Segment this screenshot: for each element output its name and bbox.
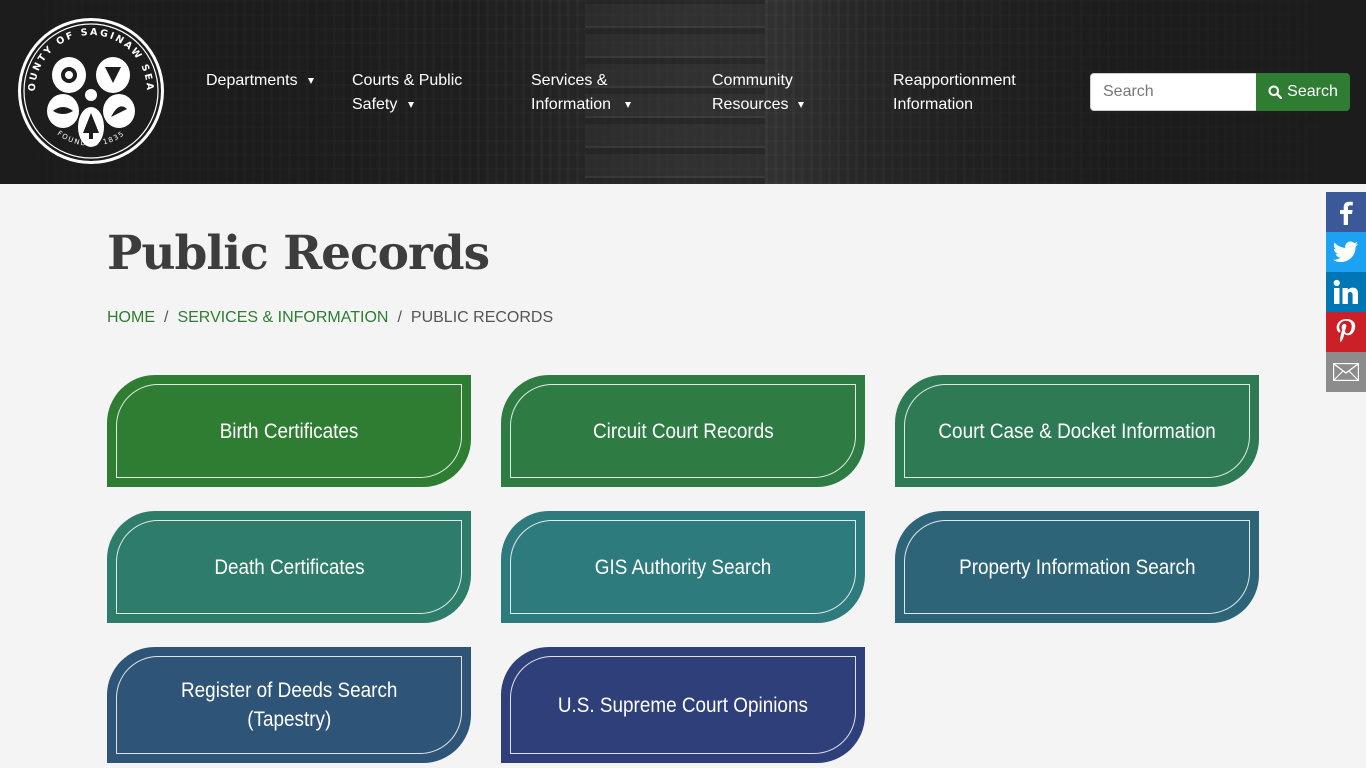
nav-services-label: Services & Information xyxy=(531,72,612,113)
card-birth-certificates[interactable]: Birth Certificates xyxy=(107,375,471,487)
breadcrumb-current: PUBLIC RECORDS xyxy=(410,309,554,326)
nav-community-resources[interactable]: Community Resources xyxy=(712,69,804,117)
twitter-icon xyxy=(1333,241,1358,262)
chevron-down-icon xyxy=(625,102,631,108)
nav-departments[interactable]: Departments xyxy=(206,69,314,93)
chevron-down-icon xyxy=(798,102,804,108)
chevron-down-icon xyxy=(408,102,414,108)
card-death-certificates[interactable]: Death Certificates xyxy=(107,511,471,623)
linkedin-share-button[interactable] xyxy=(1326,272,1366,312)
facebook-share-button[interactable] xyxy=(1326,192,1366,232)
card-label: Circuit Court Records xyxy=(592,419,774,443)
chevron-down-icon xyxy=(307,78,314,84)
breadcrumb: HOME / SERVICES & INFORMATION / PUBLIC R… xyxy=(107,309,553,327)
search-button[interactable]: Search xyxy=(1256,73,1350,111)
card-label: U.S. Supreme Court Opinions xyxy=(557,693,809,717)
search-button-label: Search xyxy=(1287,83,1338,100)
search-input[interactable] xyxy=(1090,73,1257,111)
breadcrumb-separator: / xyxy=(164,309,169,326)
card-label: Property Information Search xyxy=(958,555,1196,579)
facebook-icon xyxy=(1340,201,1353,225)
search-icon xyxy=(1268,85,1283,99)
card-label: Register of Deeds Search (Tapestry) xyxy=(180,679,398,731)
email-icon xyxy=(1333,363,1359,381)
nav-departments-label: Departments xyxy=(206,72,298,89)
nav-community-label: Community Resources xyxy=(712,72,793,113)
nav-reapportionment-label: Reapportionment Information xyxy=(893,72,1016,113)
nav-reapportionment-information[interactable]: Reapportionment Information xyxy=(893,69,1016,117)
card-us-supreme-court-opinions[interactable]: U.S. Supreme Court Opinions xyxy=(501,647,865,763)
card-register-of-deeds-search[interactable]: Register of Deeds Search (Tapestry) xyxy=(107,647,471,763)
card-property-information-search[interactable]: Property Information Search xyxy=(895,511,1259,623)
nav-courts-label: Courts & Public Safety xyxy=(352,72,463,113)
card-circuit-court-records[interactable]: Circuit Court Records xyxy=(501,375,865,487)
page-title: Public Records xyxy=(107,226,490,281)
pinterest-icon xyxy=(1336,319,1356,343)
nav-courts-public-safety[interactable]: Courts & Public Safety xyxy=(352,69,462,117)
nav-services-information[interactable]: Services & Information xyxy=(531,69,631,117)
breadcrumb-home-link[interactable]: HOME xyxy=(107,309,155,327)
site-header: COUNTY OF SAGINAW SEAL FOUNDED 1835 xyxy=(0,0,1366,184)
county-seal-logo[interactable]: COUNTY OF SAGINAW SEAL FOUNDED 1835 xyxy=(10,9,167,165)
breadcrumb-separator: / xyxy=(397,309,402,326)
twitter-share-button[interactable] xyxy=(1326,232,1366,272)
breadcrumb-services-link[interactable]: SERVICES & INFORMATION xyxy=(177,309,388,327)
card-label: Court Case & Docket Information xyxy=(938,419,1216,443)
card-label: Death Certificates xyxy=(213,555,365,579)
card-label: GIS Authority Search xyxy=(594,555,772,579)
email-share-button[interactable] xyxy=(1326,352,1366,392)
pinterest-share-button[interactable] xyxy=(1326,312,1366,352)
card-court-case-docket[interactable]: Court Case & Docket Information xyxy=(895,375,1259,487)
card-label: Birth Certificates xyxy=(219,419,359,443)
card-gis-authority-search[interactable]: GIS Authority Search xyxy=(501,511,865,623)
linkedin-icon xyxy=(1333,279,1358,304)
